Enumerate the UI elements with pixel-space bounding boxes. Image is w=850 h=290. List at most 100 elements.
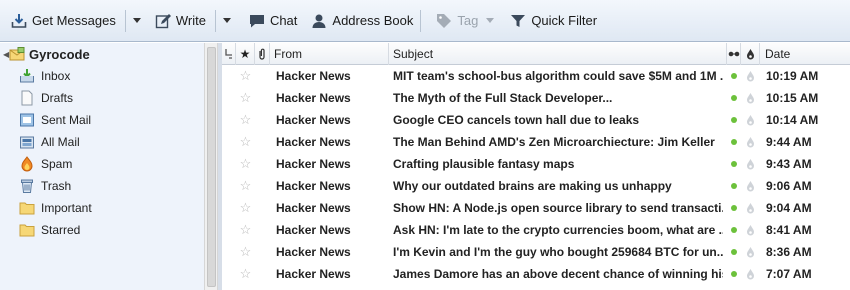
message-from: Hacker News (276, 201, 351, 215)
message-date: 10:19 AM (766, 69, 819, 83)
junk-flame-icon[interactable] (741, 219, 760, 241)
get-messages-button[interactable]: Get Messages (6, 8, 121, 34)
unread-dot-icon[interactable] (727, 109, 741, 131)
message-row[interactable]: ☆ Hacker News Crafting plausible fantasy m… (222, 153, 850, 175)
junk-flame-icon[interactable] (741, 241, 760, 263)
unread-dot-icon[interactable] (727, 131, 741, 153)
star-toggle-icon[interactable]: ☆ (236, 241, 255, 263)
junk-flame-icon[interactable] (741, 153, 760, 175)
message-subject: Ask HN: I'm late to the crypto currencie… (393, 223, 723, 237)
unread-dot-icon[interactable] (727, 263, 741, 285)
star-toggle-icon[interactable]: ☆ (236, 131, 255, 153)
scrollbar-thumb[interactable] (207, 47, 216, 287)
account-name: Gyrocode (29, 46, 90, 62)
message-row[interactable]: ☆ Hacker News The Myth of the Full Stack D… (222, 87, 850, 109)
message-from: Hacker News (276, 267, 351, 281)
download-icon (11, 13, 27, 28)
folder-trash[interactable]: Trash (0, 175, 205, 197)
message-from: Hacker News (276, 91, 351, 105)
account-row[interactable]: ◀ Gyrocode (0, 43, 205, 65)
message-row[interactable]: ☆ Hacker News I'm Kevin and I'm the guy wh… (222, 241, 850, 263)
unread-dot-icon[interactable] (727, 65, 741, 87)
star-toggle-icon[interactable]: ☆ (236, 153, 255, 175)
junk-flame-icon[interactable] (741, 263, 760, 285)
get-messages-dropdown[interactable] (130, 8, 144, 34)
message-row[interactable]: ☆ Hacker News Why our outdated brains are … (222, 175, 850, 197)
main-toolbar: Get Messages Write Chat Address Book Tag (0, 0, 850, 42)
tag-button[interactable]: Tag (431, 8, 499, 34)
star-toggle-icon[interactable]: ☆ (236, 197, 255, 219)
junk-flame-icon[interactable] (741, 109, 760, 131)
junk-flame-icon[interactable] (741, 87, 760, 109)
date-header-label: Date (765, 47, 791, 61)
folder-important[interactable]: Important (0, 197, 205, 219)
message-subject: James Damore has an above decent chance … (393, 267, 723, 281)
chevron-down-icon (132, 18, 141, 23)
junk-flame-icon[interactable] (741, 65, 760, 87)
message-row[interactable]: ☆ Hacker News Ask HN: I'm late to the cryp… (222, 219, 850, 241)
read-status-column-header[interactable] (727, 43, 741, 65)
subject-header-label: Subject (393, 47, 434, 61)
write-dropdown[interactable] (220, 8, 234, 34)
pencil-icon (155, 13, 171, 28)
chat-button[interactable]: Chat (244, 8, 302, 34)
folder-starred[interactable]: Starred (0, 219, 205, 241)
star-toggle-icon[interactable]: ☆ (236, 219, 255, 241)
star-toggle-icon[interactable]: ☆ (236, 87, 255, 109)
message-date: 9:44 AM (766, 135, 812, 149)
message-from: Hacker News (276, 135, 351, 149)
folder-label: Drafts (41, 91, 74, 105)
quick-filter-button[interactable]: Quick Filter (505, 8, 602, 34)
unread-dot-icon[interactable] (727, 241, 741, 263)
date-column-header[interactable]: Date (760, 43, 850, 65)
thread-column-header[interactable] (222, 43, 236, 65)
unread-dot-icon[interactable] (727, 153, 741, 175)
spam-icon (19, 156, 35, 172)
folder-inbox[interactable]: Inbox (0, 65, 205, 87)
folder-spam[interactable]: Spam (0, 153, 205, 175)
message-from: Hacker News (276, 223, 351, 237)
folder-label: Sent Mail (41, 113, 92, 127)
junk-flame-icon[interactable] (741, 197, 760, 219)
trash-icon (19, 178, 35, 194)
unread-dot-icon[interactable] (727, 197, 741, 219)
unread-dot-icon[interactable] (727, 87, 741, 109)
write-button[interactable]: Write (150, 8, 211, 34)
junk-flame-icon[interactable] (741, 131, 760, 153)
star-toggle-icon[interactable]: ☆ (236, 175, 255, 197)
attachment-column-header[interactable] (255, 43, 270, 65)
star-toggle-icon[interactable]: ☆ (236, 109, 255, 131)
toolbar-separator (214, 9, 216, 32)
star-column-header[interactable]: ★ (236, 43, 255, 65)
message-subject: I'm Kevin and I'm the guy who bought 259… (393, 245, 723, 259)
junk-flame-icon[interactable] (741, 175, 760, 197)
write-label: Write (175, 13, 206, 28)
star-icon: ★ (239, 47, 251, 61)
folder-drafts[interactable]: Drafts (0, 87, 205, 109)
folder-sent-mail[interactable]: Sent Mail (0, 109, 205, 131)
address-book-label: Address Book (332, 13, 414, 28)
get-messages-label: Get Messages (32, 13, 116, 28)
subject-column-header[interactable]: Subject (389, 43, 727, 65)
chevron-down-icon (486, 18, 495, 23)
folder-pane-scrollbar[interactable] (204, 43, 218, 290)
tag-icon (437, 13, 452, 28)
message-date: 8:36 AM (766, 245, 812, 259)
folder-all-mail[interactable]: All Mail (0, 131, 205, 153)
star-toggle-icon[interactable]: ☆ (236, 65, 255, 87)
message-row[interactable]: ☆ Hacker News James Damore has an above de… (222, 263, 850, 285)
flame-icon (746, 48, 754, 59)
from-column-header[interactable]: From (270, 43, 389, 65)
message-row[interactable]: ☆ Hacker News Google CEO cancels town hall… (222, 109, 850, 131)
message-row[interactable]: ☆ Hacker News Show HN: A Node.js open sour… (222, 197, 850, 219)
message-row[interactable]: ☆ Hacker News The Man Behind AMD's Zen Mic… (222, 131, 850, 153)
message-row[interactable]: ☆ Hacker News MIT team's school-bus algori… (222, 65, 850, 87)
star-toggle-icon[interactable]: ☆ (236, 263, 255, 285)
junk-column-header[interactable] (741, 43, 760, 65)
unread-dot-icon[interactable] (727, 175, 741, 197)
unread-dot-icon[interactable] (727, 219, 741, 241)
message-subject: Crafting plausible fantasy maps (393, 157, 575, 171)
toolbar-separator (124, 9, 126, 32)
folder-icon (19, 222, 35, 238)
address-book-button[interactable]: Address Book (306, 8, 418, 34)
